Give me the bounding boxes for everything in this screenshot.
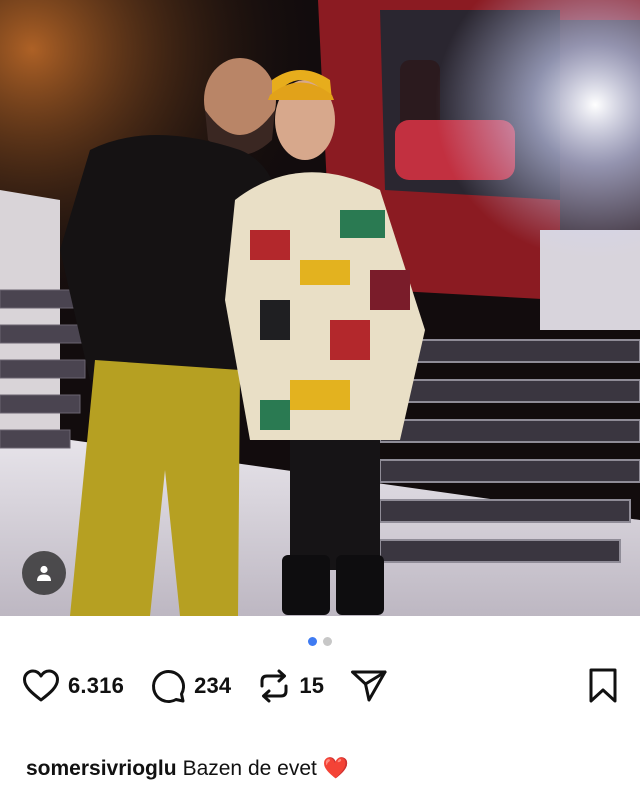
repost-button[interactable]: 15 [257,668,324,704]
save-button[interactable] [588,668,618,704]
caption-username[interactable]: somersivrioglu [26,757,177,780]
repost-count: 15 [299,673,325,698]
like-count: 6.316 [68,673,125,698]
bookmark-icon [589,668,617,703]
comment-bubble-icon [152,670,185,703]
instagram-post: 6.316 234 15 somersivrioglu Bazen de eve… [0,0,640,786]
paper-plane-icon [351,670,387,702]
post-caption: somersivrioglu Bazen de evet ❤️ [26,757,630,781]
post-photo[interactable] [0,0,640,616]
photo-illustration [0,0,640,616]
carousel-dot [323,637,332,646]
tagged-user-button[interactable] [22,551,66,595]
repost-arrows-icon [260,669,288,703]
comment-button[interactable]: 234 [150,668,231,704]
caption-text: Bazen de evet [182,757,317,780]
comment-count: 234 [194,673,232,698]
person-icon [37,565,51,581]
carousel-indicator [0,637,640,646]
red-heart-emoji: ❤️ [322,757,349,780]
carousel-dot-active [308,637,317,646]
heart-outline-icon [23,669,59,702]
like-button[interactable]: 6.316 [22,669,124,703]
share-button[interactable] [350,669,388,703]
action-bar: 6.316 234 15 [22,662,618,710]
